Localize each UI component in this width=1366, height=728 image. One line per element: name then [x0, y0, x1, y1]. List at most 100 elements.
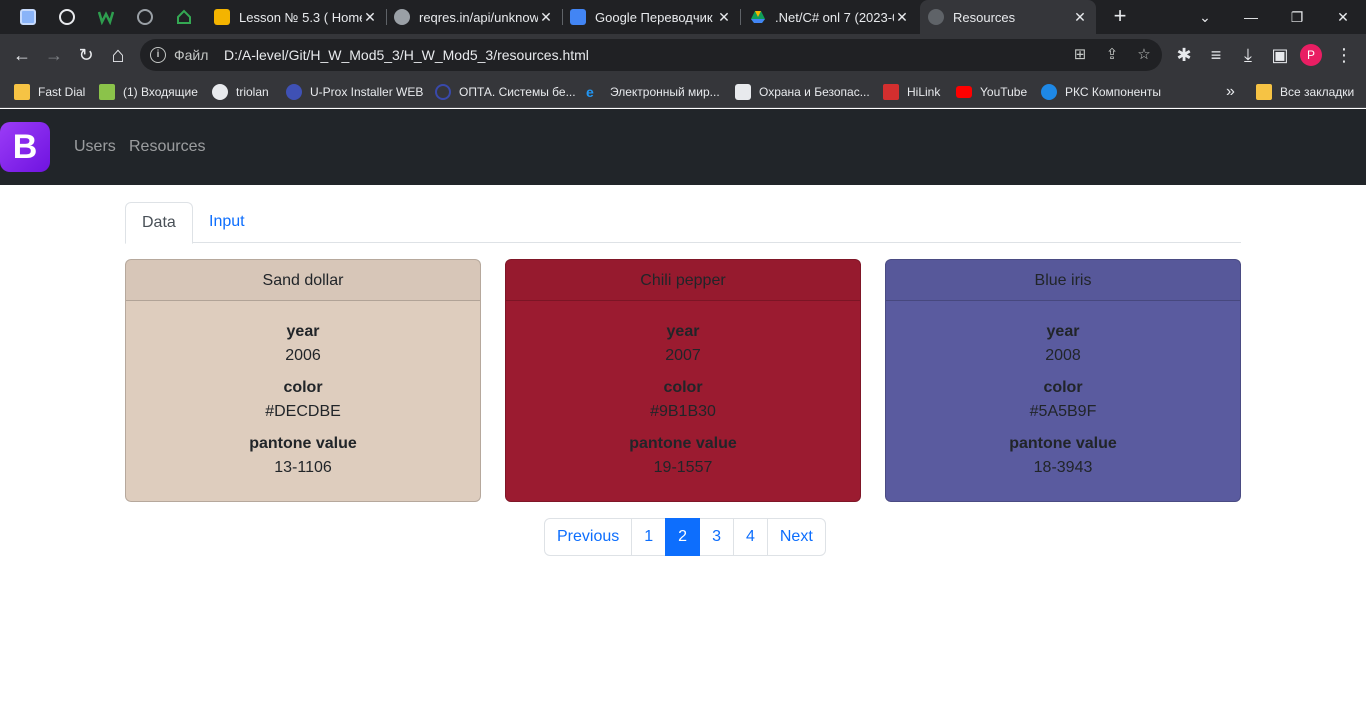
tab-data[interactable]: Data	[125, 202, 193, 244]
pagination-previous[interactable]: Previous	[544, 518, 633, 556]
pantone-value: 18-3943	[1033, 459, 1093, 476]
pagination-page-3[interactable]: 3	[699, 518, 734, 556]
address-bar[interactable]: i Файл D:/A-level/Git/H_W_Mod5_3/H_W_Mod…	[140, 39, 1162, 71]
bookmark-opta[interactable]: ОПТА. Системы бе...	[435, 83, 576, 101]
bookmark-label: ОПТА. Системы бе...	[459, 85, 576, 99]
menu-icon[interactable]: ⋮	[1330, 41, 1358, 69]
nav-link-users[interactable]: Users	[74, 138, 116, 156]
extensions-icon[interactable]: ✱	[1170, 41, 1198, 69]
tab-title: .Net/C# onl 7 (2023-0	[775, 9, 894, 25]
pagination: Previous 1 2 3 4 Next	[544, 518, 826, 556]
card-body: year 2006 color #DECDBE pantone value 13…	[126, 301, 480, 488]
github-icon	[137, 9, 153, 25]
e-icon: e	[586, 84, 594, 100]
url-scheme-label: Файл	[174, 47, 209, 63]
tab-resources[interactable]: Resources ✕	[920, 0, 1096, 34]
close-icon[interactable]: ✕	[538, 9, 554, 26]
close-icon[interactable]: ✕	[894, 9, 910, 26]
bootstrap-logo[interactable]: B	[0, 122, 50, 172]
home-icon	[177, 9, 191, 24]
globe-icon	[394, 9, 410, 25]
profile-avatar[interactable]: P	[1300, 44, 1322, 66]
pinned-tab-w[interactable]	[91, 5, 121, 29]
pinned-tab-github-2[interactable]	[130, 5, 160, 29]
bookmark-hilink[interactable]: HiLink	[883, 83, 940, 101]
bookmark-electronic-world[interactable]: e Электронный мир...	[586, 83, 720, 101]
resource-card: Sand dollar year 2006 color #DECDBE pant…	[125, 259, 481, 502]
pantone-value: 19-1557	[653, 459, 713, 476]
pagination-next[interactable]: Next	[766, 518, 826, 556]
bookmark-uprox[interactable]: U-Prox Installer WEB	[286, 83, 423, 101]
bookmark-security[interactable]: Охрана и Безопас...	[735, 83, 870, 101]
w-icon	[98, 11, 114, 25]
bookmark-fast-dial[interactable]: Fast Dial	[14, 83, 85, 101]
tab-search-button[interactable]: ⌄	[1182, 0, 1228, 34]
pinned-tab-github[interactable]	[52, 5, 82, 29]
globe-icon	[212, 84, 228, 100]
pagination-page-2[interactable]: 2	[665, 518, 701, 556]
home-button[interactable]: ⌂	[104, 41, 132, 69]
close-icon[interactable]: ✕	[716, 9, 732, 26]
bookmark-inbox[interactable]: (1) Входящие	[99, 83, 198, 101]
tab-drive[interactable]: .Net/C# onl 7 (2023-0 ✕	[742, 0, 918, 34]
pinned-tab-home[interactable]	[169, 5, 199, 29]
bookmark-label: U-Prox Installer WEB	[310, 85, 424, 99]
pantone-label: pantone value	[629, 435, 737, 452]
pinned-tab-extension[interactable]	[13, 5, 43, 29]
rks-icon	[1041, 84, 1057, 100]
card-title: Blue iris	[886, 260, 1240, 301]
pantone-label: pantone value	[1009, 435, 1117, 452]
card-body: year 2007 color #9B1B30 pantone value 19…	[506, 301, 860, 488]
bookmark-rks[interactable]: РКС Компоненты	[1041, 83, 1161, 101]
url-text[interactable]: D:/A-level/Git/H_W_Mod5_3/H_W_Mod5_3/res…	[224, 47, 589, 63]
pantone-value: 13-1106	[274, 459, 332, 476]
all-bookmarks-folder[interactable]: Все закладки	[1256, 83, 1354, 101]
google-translate-icon	[570, 9, 586, 25]
close-icon[interactable]: ✕	[1072, 9, 1088, 26]
reload-button[interactable]: ↻	[72, 41, 100, 69]
close-icon[interactable]: ✕	[362, 9, 378, 26]
new-tab-button[interactable]: +	[1108, 5, 1132, 29]
youtube-icon	[956, 86, 972, 98]
window-close-button[interactable]: ✕	[1320, 0, 1366, 34]
bookmark-youtube[interactable]: YouTube	[956, 83, 1027, 101]
minimize-button[interactable]: —	[1228, 0, 1274, 34]
tab-title: reqres.in/api/unknow	[419, 9, 538, 25]
browser-tab-strip: Lesson № 5.3 ( Home ✕ reqres.in/api/unkn…	[0, 0, 1366, 34]
share-icon[interactable]: ⇪	[1102, 45, 1122, 65]
tab-lesson[interactable]: Lesson № 5.3 ( Home ✕	[206, 0, 386, 34]
reading-list-icon[interactable]: ≡	[1202, 41, 1230, 69]
card-title: Sand dollar	[126, 260, 480, 301]
bookmark-triolan[interactable]: triolan	[212, 83, 269, 101]
uprox-icon	[286, 84, 302, 100]
year-label: year	[1046, 323, 1080, 340]
slides-icon	[214, 9, 230, 25]
huawei-icon	[883, 84, 899, 100]
year-value: 2007	[665, 347, 701, 364]
github-icon	[59, 9, 75, 25]
download-icon[interactable]: ⤓	[1234, 41, 1262, 69]
bookmark-label: triolan	[236, 85, 269, 99]
forward-button[interactable]: →	[40, 41, 68, 69]
tab-input[interactable]: Input	[193, 202, 261, 243]
side-panel-icon[interactable]: ▣	[1266, 41, 1294, 69]
resource-card: Chili pepper year 2007 color #9B1B30 pan…	[505, 259, 861, 502]
color-label: color	[1043, 379, 1083, 396]
tab-translate[interactable]: Google Переводчик ✕	[562, 0, 740, 34]
pagination-page-1[interactable]: 1	[631, 518, 667, 556]
site-navbar: B Users Resources	[0, 109, 1366, 185]
bookmarks-overflow-button[interactable]: »	[1226, 83, 1235, 101]
back-button[interactable]: ←	[8, 41, 36, 69]
year-label: year	[286, 323, 320, 340]
nav-link-resources[interactable]: Resources	[129, 138, 205, 156]
bookmark-star-icon[interactable]: ☆	[1134, 45, 1154, 65]
restore-button[interactable]: ❐	[1274, 0, 1320, 34]
bookmark-label: HiLink	[907, 85, 941, 99]
translate-icon[interactable]: ⊞	[1070, 45, 1090, 65]
tab-reqres[interactable]: reqres.in/api/unknow ✕	[386, 0, 562, 34]
pantone-label: pantone value	[249, 435, 357, 452]
pagination-page-4[interactable]: 4	[732, 518, 768, 556]
color-label: color	[663, 379, 703, 396]
info-icon[interactable]: i	[150, 47, 166, 63]
bookmark-label: Fast Dial	[38, 85, 86, 99]
